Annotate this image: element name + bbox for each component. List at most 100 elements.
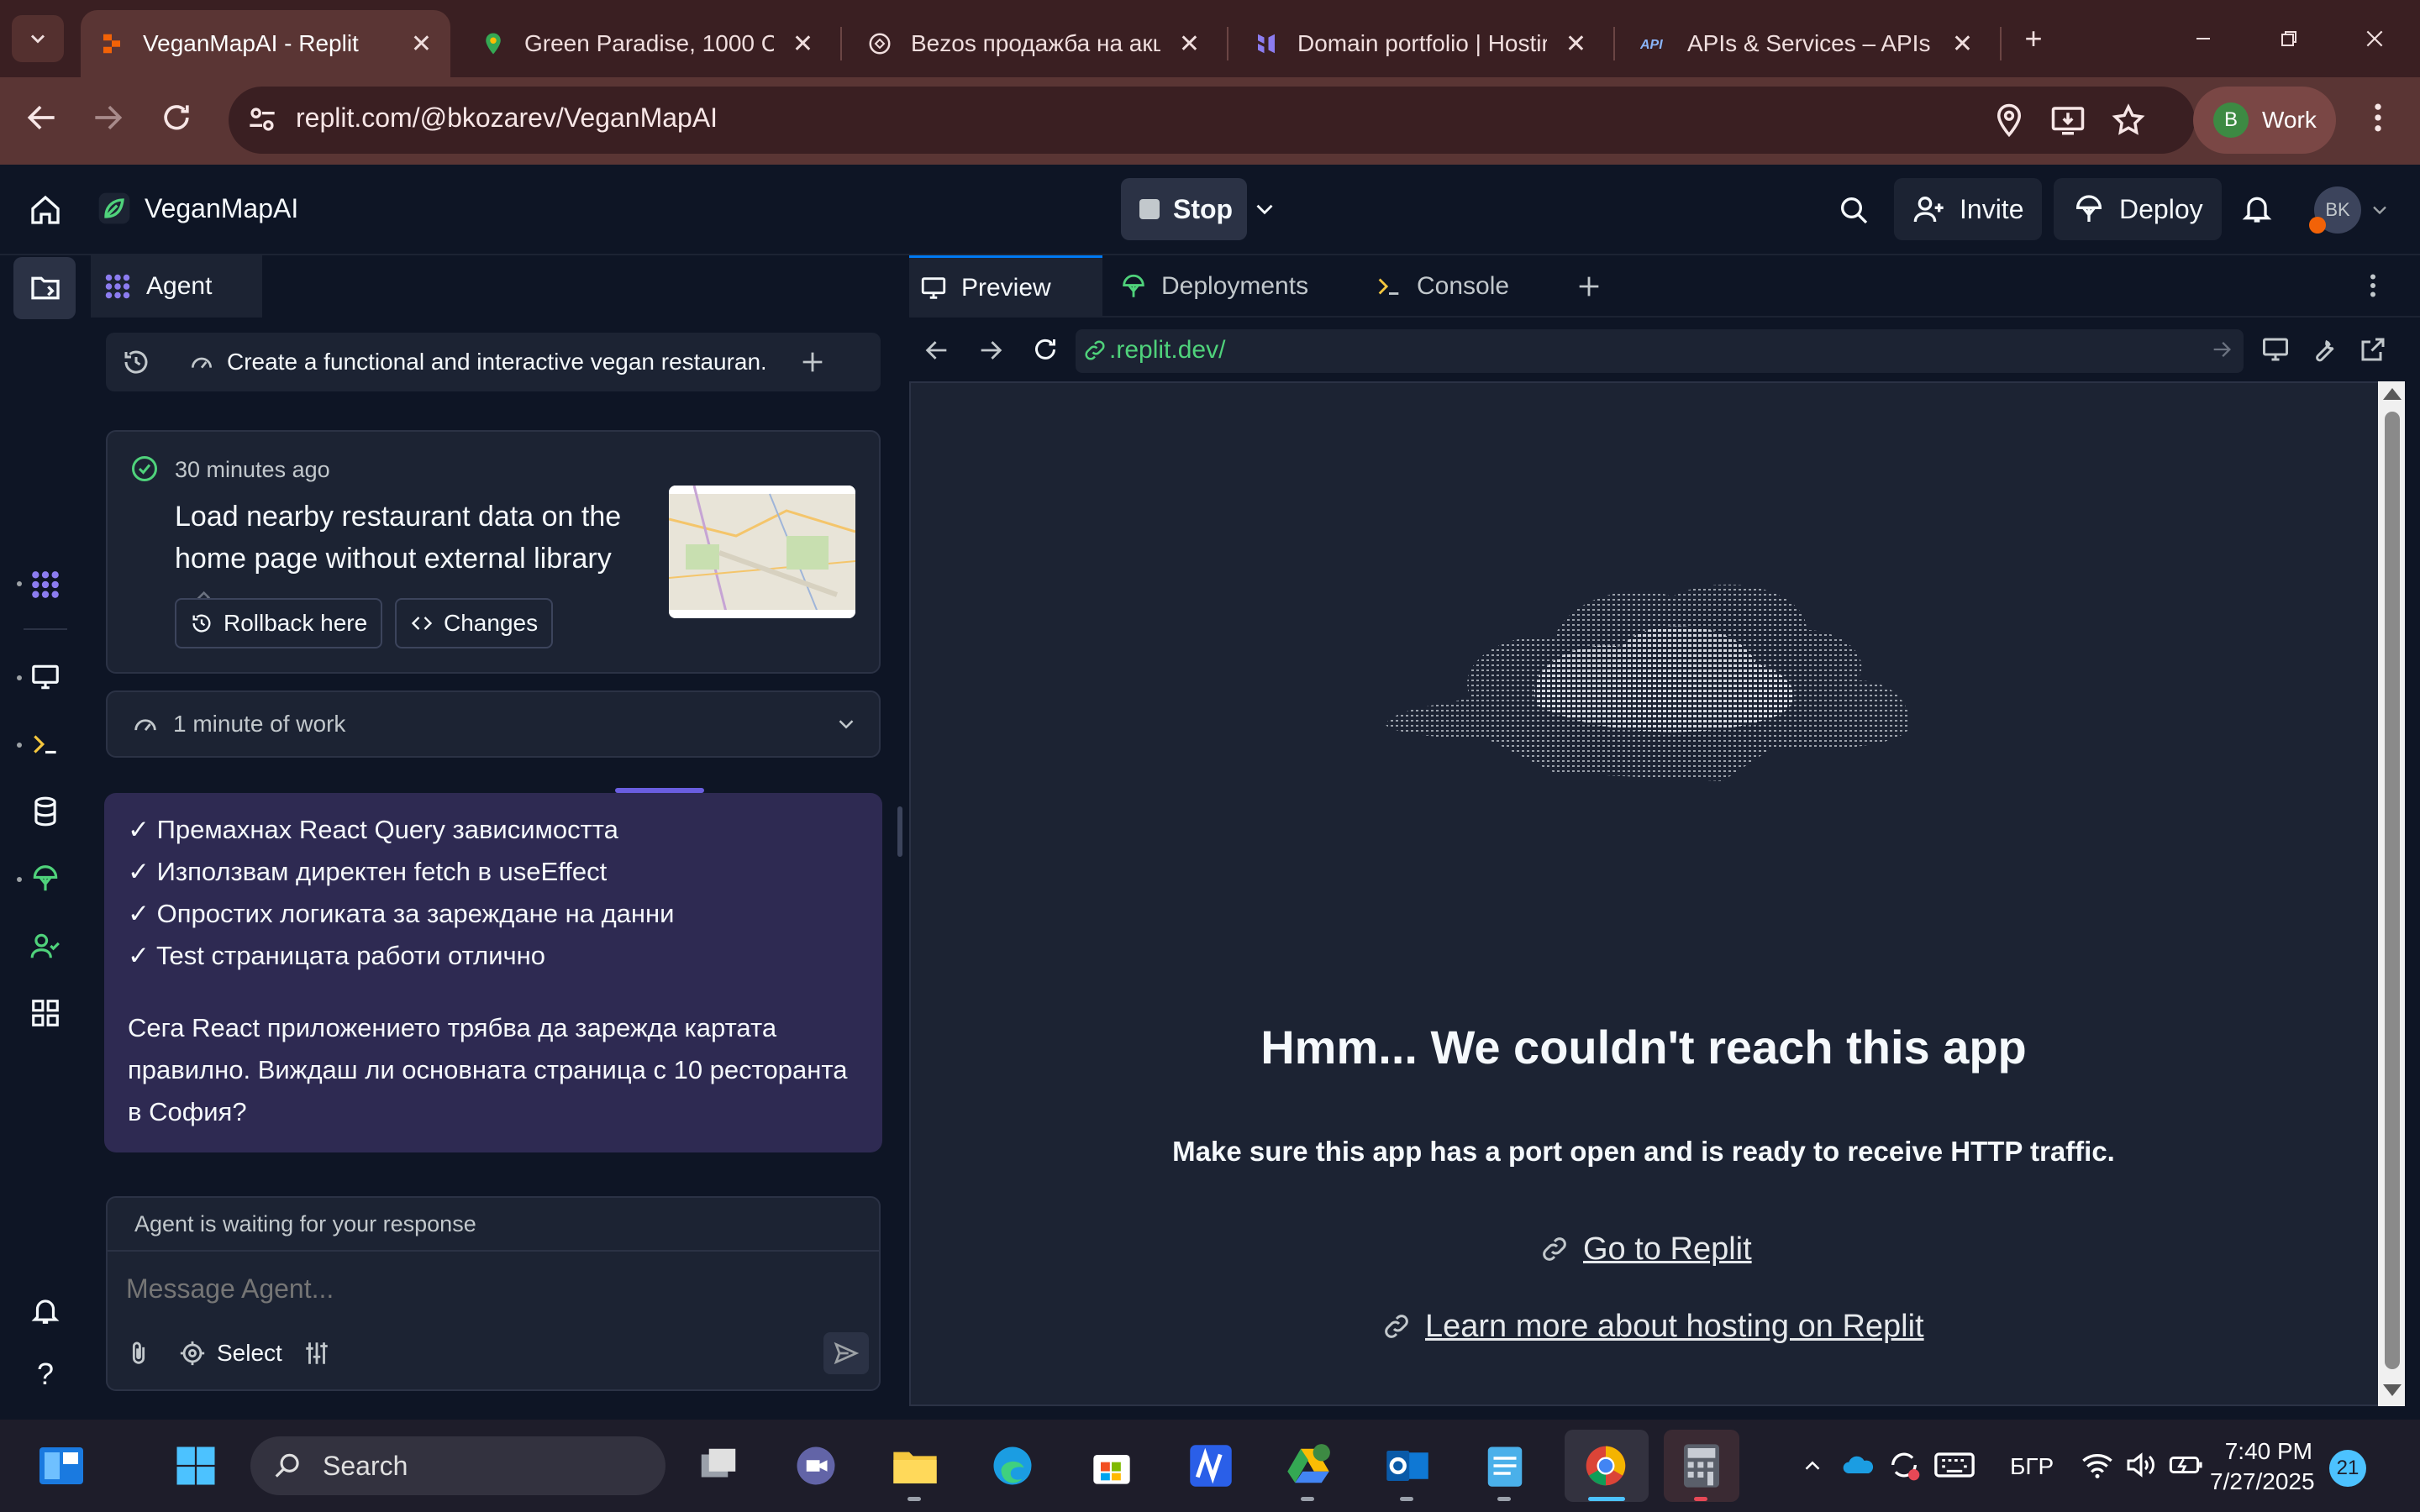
scroll-down-arrow[interactable]: [2383, 1384, 2402, 1396]
app-blue-m-icon[interactable]: [1183, 1438, 1239, 1494]
attach-button[interactable]: [124, 1339, 153, 1368]
preview-forward-button[interactable]: [976, 336, 1005, 365]
tab-search-button[interactable]: [12, 15, 64, 62]
profile-button[interactable]: B Work: [2193, 87, 2336, 154]
task-view-icon[interactable]: [691, 1438, 746, 1494]
bookmark-star-icon[interactable]: [2111, 102, 2146, 138]
sync-icon[interactable]: [1887, 1448, 1921, 1482]
close-icon[interactable]: ✕: [792, 29, 813, 59]
close-icon[interactable]: ✕: [411, 29, 432, 59]
go-to-replit-link[interactable]: Go to Replit: [1539, 1228, 1752, 1270]
clock-date[interactable]: 7/27/2025: [2210, 1468, 2315, 1495]
rail-preview-button[interactable]: [22, 654, 69, 701]
help-icon[interactable]: ?: [22, 1351, 69, 1398]
close-icon[interactable]: ✕: [1565, 29, 1586, 59]
settings-sliders-button[interactable]: [302, 1339, 331, 1368]
minimize-button[interactable]: [2178, 18, 2228, 59]
browser-tab-replit[interactable]: VeganMapAI - Replit ✕: [81, 10, 450, 77]
invite-button[interactable]: Invite: [1894, 178, 2043, 240]
search-button[interactable]: [1837, 193, 1870, 227]
project-name[interactable]: VeganMapAI: [145, 193, 298, 224]
rail-database-button[interactable]: [22, 788, 69, 835]
new-thread-button[interactable]: [798, 348, 827, 376]
pane-resize-handle[interactable]: [897, 806, 902, 857]
notifications-button[interactable]: [2240, 192, 2274, 225]
forward-button[interactable]: [89, 99, 126, 136]
rail-users-button[interactable]: [22, 922, 69, 969]
volume-icon[interactable]: [2124, 1450, 2158, 1480]
widgets-icon[interactable]: [34, 1438, 89, 1494]
go-arrow-icon[interactable]: [2210, 338, 2233, 361]
outlook-icon[interactable]: [1380, 1438, 1435, 1494]
restore-button[interactable]: [2264, 18, 2314, 59]
select-element-button[interactable]: Select: [178, 1339, 282, 1368]
browser-menu-button[interactable]: [2360, 99, 2396, 136]
edge-browser-icon[interactable]: [985, 1438, 1040, 1494]
wifi-icon[interactable]: [2081, 1450, 2114, 1480]
browser-tab-gcp-apis[interactable]: API APIs & Services – APIs & ✕: [1622, 10, 1991, 77]
rollback-button[interactable]: Rollback here: [175, 598, 383, 648]
onedrive-icon[interactable]: [1842, 1450, 1876, 1480]
thread-title[interactable]: Create a functional and interactive vega…: [227, 349, 765, 375]
browser-tab-chatgpt[interactable]: Bezos продажба на акци ✕: [849, 10, 1218, 77]
tab-preview[interactable]: Preview: [909, 255, 1102, 318]
battery-icon[interactable]: [2168, 1450, 2205, 1480]
add-tab-button[interactable]: [1575, 272, 1603, 301]
notepad-icon[interactable]: [1477, 1438, 1533, 1494]
scroll-up-arrow[interactable]: [2383, 388, 2402, 400]
devtools-button[interactable]: [2309, 334, 2339, 365]
history-button[interactable]: [121, 347, 151, 377]
user-menu-chevron[interactable]: [2368, 198, 2391, 222]
reload-button[interactable]: [158, 99, 195, 136]
open-new-tab-button[interactable]: [2358, 334, 2388, 365]
keyboard-icon[interactable]: [1934, 1448, 1975, 1482]
rail-agent-button[interactable]: [22, 561, 69, 608]
calculator-icon[interactable]: [1674, 1438, 1729, 1494]
deploy-button[interactable]: Deploy: [2054, 178, 2222, 240]
browser-tab-maps[interactable]: Green Paradise, 1000 Co ✕: [462, 10, 832, 77]
tab-deployments[interactable]: Deployments: [1109, 255, 1353, 318]
close-icon[interactable]: ✕: [1952, 29, 1973, 59]
new-tab-button[interactable]: +: [2008, 18, 2059, 59]
teams-meet-icon[interactable]: [788, 1438, 844, 1494]
hosting-docs-link[interactable]: Learn more about hosting on Replit: [1381, 1305, 1924, 1347]
message-input[interactable]: [126, 1267, 849, 1310]
google-drive-icon[interactable]: [1281, 1438, 1336, 1494]
close-window-button[interactable]: [2349, 18, 2400, 59]
microsoft-store-icon[interactable]: [1084, 1438, 1139, 1494]
work-summary[interactable]: 1 minute of work: [106, 690, 881, 758]
taskbar-search[interactable]: Search: [250, 1436, 666, 1495]
location-icon[interactable]: [1991, 102, 2027, 138]
send-button[interactable]: [823, 1332, 869, 1374]
preview-reload-button[interactable]: [1030, 334, 1060, 365]
start-button[interactable]: [168, 1438, 224, 1494]
preview-back-button[interactable]: [923, 336, 951, 365]
checkpoint-screenshot-thumbnail[interactable]: [669, 486, 855, 618]
browser-tab-hostinger[interactable]: Domain portfolio | Hostir ✕: [1235, 10, 1605, 77]
clock-time[interactable]: 7:40 PM: [2210, 1438, 2312, 1465]
input-language[interactable]: БГР: [2010, 1453, 2054, 1480]
rail-alerts-button[interactable]: [22, 1287, 69, 1334]
close-icon[interactable]: ✕: [1179, 29, 1200, 59]
stop-button[interactable]: Stop: [1121, 178, 1247, 240]
agent-tab[interactable]: Agent: [91, 255, 262, 318]
rail-console-button[interactable]: [22, 721, 69, 768]
chevron-down-icon[interactable]: [834, 711, 859, 737]
back-button[interactable]: [24, 99, 60, 136]
changes-button[interactable]: Changes: [395, 598, 554, 648]
tab-console[interactable]: Console: [1365, 255, 1558, 318]
home-button[interactable]: [29, 193, 62, 227]
preview-url-bar[interactable]: [1076, 329, 2244, 373]
scrollbar-thumb[interactable]: [2385, 412, 2400, 1369]
tray-overflow-chevron[interactable]: [1800, 1453, 1825, 1478]
chrome-icon[interactable]: [1578, 1438, 1634, 1494]
device-view-button[interactable]: [2260, 334, 2291, 365]
files-toggle-button[interactable]: [22, 265, 69, 312]
rail-all-tools-button[interactable]: [22, 990, 69, 1037]
rail-deployments-button[interactable]: [22, 855, 69, 902]
run-options-button[interactable]: [1250, 195, 1279, 223]
install-app-icon[interactable]: [2050, 102, 2086, 138]
file-explorer-icon[interactable]: [887, 1438, 943, 1494]
site-info-icon[interactable]: [244, 101, 281, 138]
pane-menu-button[interactable]: [2358, 270, 2388, 301]
